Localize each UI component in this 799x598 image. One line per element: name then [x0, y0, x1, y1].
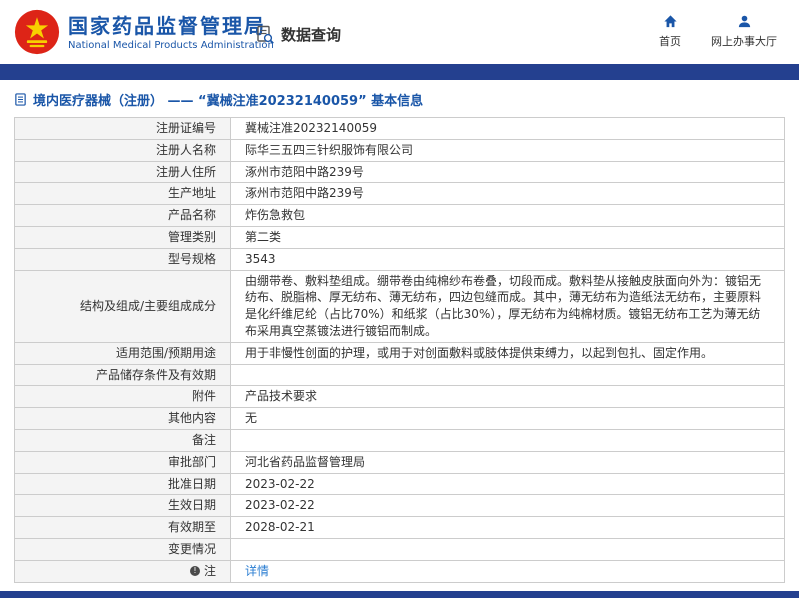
quick-links: 首页 网上办事大厅 — [659, 14, 777, 49]
field-value: 无 — [230, 407, 785, 430]
field-label: 注册人住所 — [14, 160, 231, 184]
field-label: 变更情况 — [14, 537, 231, 561]
field-label: 生产地址 — [14, 182, 231, 206]
table-row: 型号规格 3543 — [14, 247, 785, 271]
field-label: 注 — [14, 559, 231, 583]
table-row: 产品储存条件及有效期 — [14, 363, 785, 387]
field-value — [230, 363, 785, 387]
breadcrumb: 境内医疗器械（注册） —— “冀械注准20232140059” 基本信息 — [0, 80, 799, 117]
nav-data-query[interactable]: 数据查询 — [255, 24, 341, 45]
detail-link[interactable]: 详情 — [245, 564, 269, 578]
table-row: 有效期至 2028-02-21 — [14, 516, 785, 539]
field-value: 涿州市范阳中路239号 — [230, 160, 785, 184]
info-table: 注册证编号 冀械注准20232140059 注册人名称 际华三五四三针织服饰有限公司注… — [14, 117, 785, 583]
data-query-icon — [257, 25, 274, 44]
field-value: 冀械注准20232140059 — [230, 117, 785, 140]
field-label: 有效期至 — [14, 516, 231, 539]
field-value: 2023-02-22 — [230, 472, 785, 496]
service-hall-link[interactable]: 网上办事大厅 — [711, 14, 777, 49]
table-row: 适用范围/预期用途 用于非慢性创面的护理，或用于对创面敷料或肢体提供束缚力，以起到… — [14, 341, 785, 365]
table-row: 变更情况 — [14, 537, 785, 561]
field-label: 批准日期 — [14, 472, 231, 496]
field-label: 注册证编号 — [14, 117, 231, 140]
field-label: 备注 — [14, 428, 231, 452]
table-row: 其他内容无 — [14, 407, 785, 430]
field-value — [230, 537, 785, 561]
document-icon — [15, 93, 26, 106]
field-label: 结构及组成/主要组成成分 — [14, 269, 231, 343]
user-icon — [738, 15, 750, 28]
table-row: 备注 — [14, 428, 785, 452]
info-table-body: 注册证编号 冀械注准20232140059 注册人名称 际华三五四三针织服饰有限公司注… — [14, 117, 785, 583]
field-value: 河北省药品监督管理局 — [230, 450, 785, 474]
table-row: 审批部门 河北省药品监督管理局 — [14, 450, 785, 474]
home-link[interactable]: 首页 — [659, 14, 681, 49]
national-emblem-logo — [14, 9, 60, 55]
table-row: 附件 产品技术要求 — [14, 385, 785, 409]
table-row: 生效日期 2023-02-22 — [14, 494, 785, 518]
footer-bar — [0, 591, 799, 598]
field-label: 注册人名称 — [14, 138, 231, 162]
field-label: 审批部门 — [14, 450, 231, 474]
field-label: 管理类别 — [14, 225, 231, 249]
primary-nav-bar — [0, 64, 799, 80]
field-label: 型号规格 — [14, 247, 231, 271]
org-name-cn: 国家药品监督管理局 — [68, 13, 266, 38]
field-value: 第二类 — [230, 225, 785, 249]
brand: 国家药品监督管理局 National Medical Products Admi… — [14, 9, 274, 55]
field-label: 其他内容 — [14, 407, 231, 430]
field-value: 用于非慢性创面的护理，或用于对创面敷料或肢体提供束缚力，以起到包扎、固定作用。 — [230, 341, 785, 365]
table-row: 注册证编号 冀械注准20232140059 — [14, 117, 785, 140]
field-label: 适用范围/预期用途 — [14, 341, 231, 365]
home-icon — [663, 15, 677, 28]
table-row: 注详情 — [14, 559, 785, 583]
table-row: 产品名称 炸伤急救包 — [14, 204, 785, 227]
field-label: 附件 — [14, 385, 231, 409]
field-value: 炸伤急救包 — [230, 204, 785, 227]
table-row: 结构及组成/主要组成成分 由绷带卷、敷料垫组成。绷带卷由纯棉纱布卷叠，切段而成。敷… — [14, 269, 785, 343]
breadcrumb-text: 境内医疗器械（注册） —— “冀械注准20232140059” 基本信息 — [33, 94, 424, 109]
field-value: 3543 — [230, 247, 785, 271]
field-label: 产品名称 — [14, 204, 231, 227]
table-row: 生产地址 涿州市范阳中路239号 — [14, 182, 785, 206]
table-row: 管理类别 第二类 — [14, 225, 785, 249]
field-value — [230, 428, 785, 452]
field-value: 2028-02-21 — [230, 516, 785, 539]
field-value: 涿州市范阳中路239号 — [230, 182, 785, 206]
field-label: 生效日期 — [14, 494, 231, 518]
service-hall-link-label: 网上办事大厅 — [711, 35, 777, 48]
field-value: 际华三五四三针织服饰有限公司 — [230, 138, 785, 162]
field-value: 产品技术要求 — [230, 385, 785, 409]
home-link-label: 首页 — [659, 35, 681, 48]
table-row: 注册人住所 涿州市范阳中路239号 — [14, 160, 785, 184]
field-value: 2023-02-22 — [230, 494, 785, 518]
org-name-en: National Medical Products Administration — [68, 39, 274, 51]
site-header: 国家药品监督管理局 National Medical Products Admi… — [0, 0, 799, 64]
field-value: 详情 — [230, 559, 785, 583]
table-row: 批准日期 2023-02-22 — [14, 472, 785, 496]
field-label: 产品储存条件及有效期 — [14, 363, 231, 387]
field-value: 由绷带卷、敷料垫组成。绷带卷由纯棉纱布卷叠，切段而成。敷料垫从接触皮肤面向外为：… — [230, 269, 785, 343]
note-icon — [189, 565, 200, 576]
table-row: 注册人名称 际华三五四三针织服饰有限公司 — [14, 138, 785, 162]
nav-data-query-label: 数据查询 — [281, 26, 342, 44]
brand-text: 国家药品监督管理局 National Medical Products Admi… — [68, 14, 274, 51]
page: 国家药品监督管理局 National Medical Products Admi… — [0, 0, 799, 598]
